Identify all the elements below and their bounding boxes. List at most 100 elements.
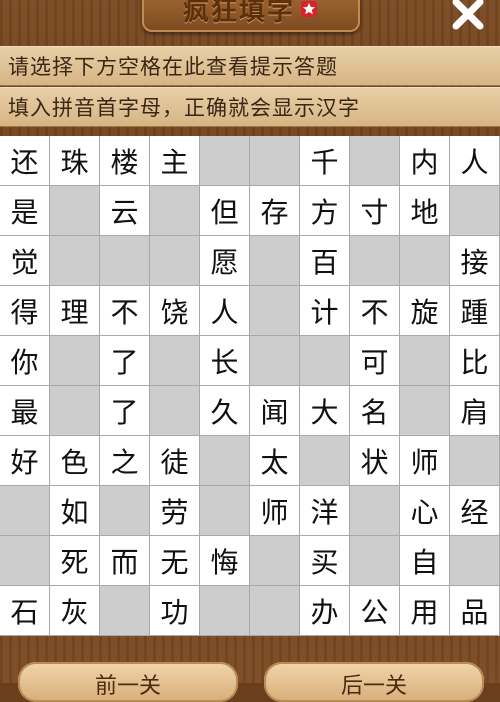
grid-cell-empty[interactable]	[200, 136, 250, 186]
grid-cell-filled[interactable]: 买	[300, 536, 350, 586]
grid-cell-filled[interactable]: 办	[300, 586, 350, 636]
grid-cell-empty[interactable]	[400, 236, 450, 286]
grid-cell-empty[interactable]	[250, 536, 300, 586]
grid-cell-filled[interactable]: 存	[250, 186, 300, 236]
grid-cell-empty[interactable]	[350, 486, 400, 536]
next-level-button[interactable]: 后一关	[264, 662, 484, 702]
grid-cell-filled[interactable]: 劳	[150, 486, 200, 536]
grid-cell-filled[interactable]: 觉	[0, 236, 50, 286]
grid-cell-filled[interactable]: 不	[350, 286, 400, 336]
grid-cell-filled[interactable]: 计	[300, 286, 350, 336]
grid-cell-empty[interactable]	[450, 436, 500, 486]
grid-cell-filled[interactable]: 珠	[50, 136, 100, 186]
grid-cell-filled[interactable]: 方	[300, 186, 350, 236]
grid-cell-filled[interactable]: 但	[200, 186, 250, 236]
grid-cell-empty[interactable]	[150, 386, 200, 436]
grid-cell-filled[interactable]: 无	[150, 536, 200, 586]
grid-cell-empty[interactable]	[350, 536, 400, 586]
grid-cell-filled[interactable]: 而	[100, 536, 150, 586]
grid-cell-empty[interactable]	[150, 336, 200, 386]
grid-cell-filled[interactable]: 长	[200, 336, 250, 386]
grid-cell-filled[interactable]: 得	[0, 286, 50, 336]
grid-cell-filled[interactable]: 大	[300, 386, 350, 436]
grid-cell-filled[interactable]: 寸	[350, 186, 400, 236]
grid-cell-filled[interactable]: 云	[100, 186, 150, 236]
grid-cell-filled[interactable]: 不	[100, 286, 150, 336]
grid-cell-filled[interactable]: 闻	[250, 386, 300, 436]
grid-cell-filled[interactable]: 了	[100, 336, 150, 386]
grid-cell-filled[interactable]: 可	[350, 336, 400, 386]
close-button[interactable]	[448, 0, 488, 34]
grid-cell-empty[interactable]	[300, 336, 350, 386]
grid-cell-filled[interactable]: 品	[450, 586, 500, 636]
grid-cell-empty[interactable]	[300, 436, 350, 486]
grid-cell-filled[interactable]: 功	[150, 586, 200, 636]
grid-cell-filled[interactable]: 好	[0, 436, 50, 486]
grid-cell-filled[interactable]: 师	[400, 436, 450, 486]
grid-cell-filled[interactable]: 比	[450, 336, 500, 386]
grid-cell-filled[interactable]: 徒	[150, 436, 200, 486]
grid-cell-filled[interactable]: 肩	[450, 386, 500, 436]
grid-cell-empty[interactable]	[250, 286, 300, 336]
grid-cell-empty[interactable]	[50, 336, 100, 386]
grid-cell-filled[interactable]: 愿	[200, 236, 250, 286]
grid-cell-empty[interactable]	[400, 336, 450, 386]
grid-cell-filled[interactable]: 公	[350, 586, 400, 636]
grid-cell-empty[interactable]	[100, 486, 150, 536]
grid-cell-empty[interactable]	[250, 236, 300, 286]
grid-cell-filled[interactable]: 人	[450, 136, 500, 186]
grid-cell-filled[interactable]: 太	[250, 436, 300, 486]
grid-cell-filled[interactable]: 楼	[100, 136, 150, 186]
grid-cell-filled[interactable]: 用	[400, 586, 450, 636]
grid-cell-filled[interactable]: 灰	[50, 586, 100, 636]
grid-cell-empty[interactable]	[50, 386, 100, 436]
grid-cell-empty[interactable]	[200, 436, 250, 486]
grid-cell-filled[interactable]: 千	[300, 136, 350, 186]
grid-cell-empty[interactable]	[200, 486, 250, 536]
grid-cell-empty[interactable]	[450, 536, 500, 586]
grid-cell-filled[interactable]: 最	[0, 386, 50, 436]
grid-cell-filled[interactable]: 名	[350, 386, 400, 436]
grid-cell-filled[interactable]: 心	[400, 486, 450, 536]
grid-cell-empty[interactable]	[0, 536, 50, 586]
grid-cell-empty[interactable]	[250, 586, 300, 636]
grid-cell-filled[interactable]: 悔	[200, 536, 250, 586]
grid-cell-empty[interactable]	[350, 236, 400, 286]
grid-cell-empty[interactable]	[450, 186, 500, 236]
grid-cell-empty[interactable]	[400, 386, 450, 436]
grid-cell-empty[interactable]	[250, 336, 300, 386]
grid-cell-empty[interactable]	[250, 136, 300, 186]
grid-cell-filled[interactable]: 理	[50, 286, 100, 336]
grid-cell-filled[interactable]: 了	[100, 386, 150, 436]
grid-cell-filled[interactable]: 经	[450, 486, 500, 536]
grid-cell-empty[interactable]	[100, 586, 150, 636]
grid-cell-filled[interactable]: 死	[50, 536, 100, 586]
grid-cell-empty[interactable]	[200, 586, 250, 636]
grid-cell-filled[interactable]: 洋	[300, 486, 350, 536]
grid-cell-filled[interactable]: 主	[150, 136, 200, 186]
grid-cell-filled[interactable]: 色	[50, 436, 100, 486]
grid-cell-filled[interactable]: 还	[0, 136, 50, 186]
grid-cell-filled[interactable]: 久	[200, 386, 250, 436]
grid-cell-filled[interactable]: 内	[400, 136, 450, 186]
grid-cell-empty[interactable]	[350, 136, 400, 186]
grid-cell-empty[interactable]	[150, 236, 200, 286]
grid-cell-filled[interactable]: 状	[350, 436, 400, 486]
prev-level-button[interactable]: 前一关	[18, 662, 238, 702]
grid-cell-filled[interactable]: 旋	[400, 286, 450, 336]
grid-cell-filled[interactable]: 人	[200, 286, 250, 336]
grid-cell-filled[interactable]: 你	[0, 336, 50, 386]
grid-cell-filled[interactable]: 石	[0, 586, 50, 636]
grid-cell-filled[interactable]: 踵	[450, 286, 500, 336]
grid-cell-filled[interactable]: 是	[0, 186, 50, 236]
grid-cell-filled[interactable]: 之	[100, 436, 150, 486]
grid-cell-filled[interactable]: 地	[400, 186, 450, 236]
grid-cell-filled[interactable]: 师	[250, 486, 300, 536]
grid-cell-empty[interactable]	[50, 186, 100, 236]
grid-cell-filled[interactable]: 接	[450, 236, 500, 286]
grid-cell-empty[interactable]	[150, 186, 200, 236]
grid-cell-empty[interactable]	[0, 486, 50, 536]
grid-cell-filled[interactable]: 百	[300, 236, 350, 286]
grid-cell-filled[interactable]: 如	[50, 486, 100, 536]
grid-cell-filled[interactable]: 自	[400, 536, 450, 586]
